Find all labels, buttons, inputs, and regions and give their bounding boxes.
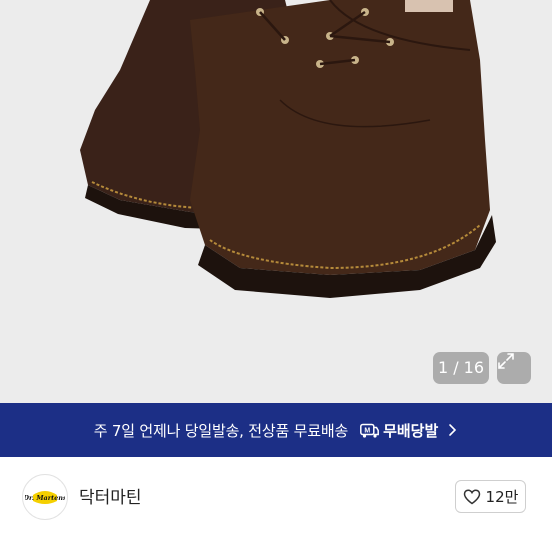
image-counter-text: 1 / 16 (437, 358, 485, 377)
badge-label: 무배당발 (383, 421, 439, 440)
promo-text: 주 7일 언제나 당일발송, 전상품 무료배송 (93, 421, 349, 440)
shipping-promo-banner[interactable]: 주 7일 언제나 당일발송, 전상품 무료배송 M 무배당발 (0, 403, 552, 457)
brand-logo-image: Dr. Martens (25, 491, 65, 504)
chevron-right-icon (449, 424, 457, 436)
heart-icon (463, 488, 480, 504)
image-counter: 1 / 16 (433, 352, 489, 384)
brand-name[interactable]: 닥터마틴 (79, 483, 142, 508)
expand-icon (498, 353, 514, 369)
like-count: 12만 (485, 488, 519, 506)
delivery-badge: M 무배당발 (360, 420, 438, 441)
product-image (80, 0, 496, 298)
like-button[interactable]: 12만 (455, 480, 526, 513)
truck-icon-letter: M (364, 427, 370, 434)
svg-text:Dr. Martens: Dr. Martens (25, 494, 65, 502)
expand-button[interactable] (497, 352, 531, 384)
truck-icon: M (360, 423, 380, 438)
product-image-gallery[interactable]: 1 / 16 (0, 0, 552, 403)
brand-logo[interactable]: Dr. Martens (22, 474, 68, 520)
